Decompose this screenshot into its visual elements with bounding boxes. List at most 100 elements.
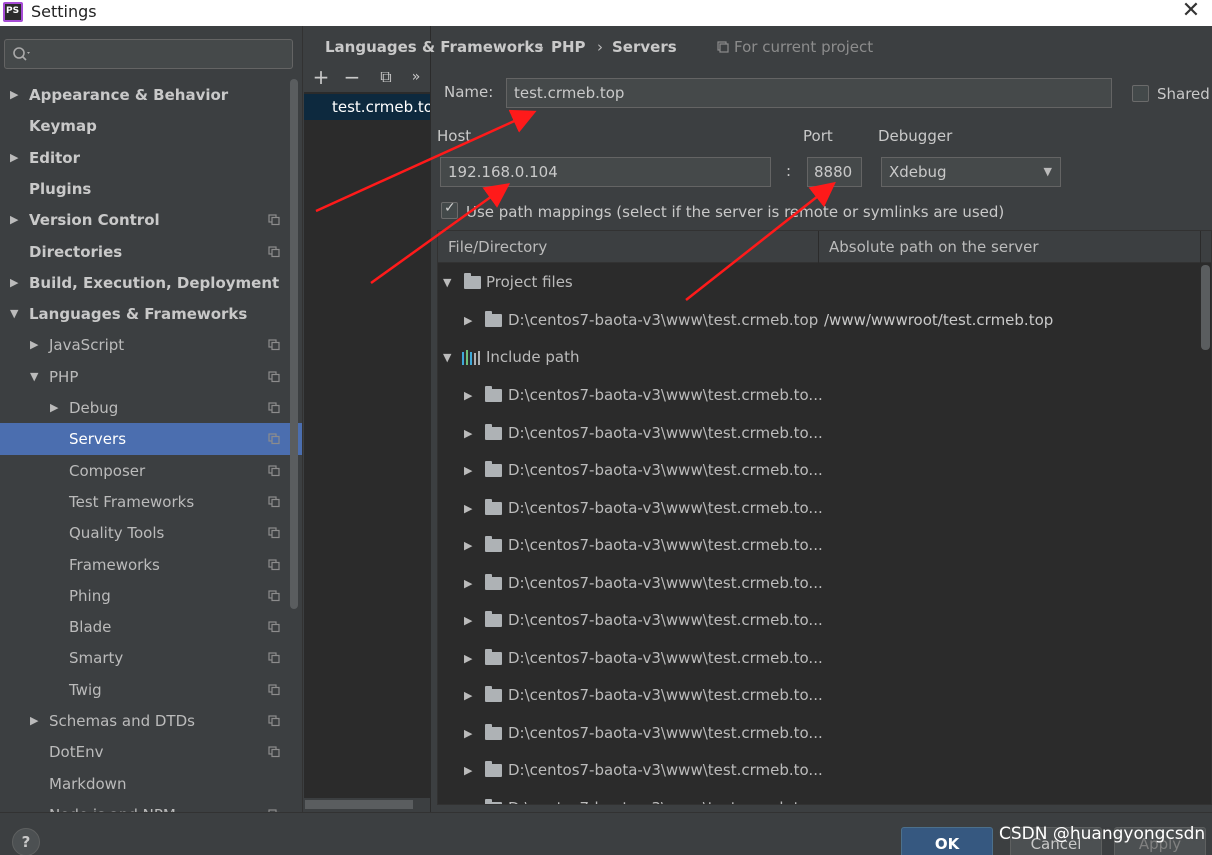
sidebar-item-keymap[interactable]: Keymap — [0, 110, 302, 142]
remove-server-button[interactable]: − — [341, 66, 363, 88]
sidebar-item-schemas-and-dtds[interactable]: ▶ Schemas and DTDs — [0, 705, 302, 737]
sidebar-item-directories[interactable]: Directories — [0, 236, 302, 268]
sidebar-item-quality-tools[interactable]: Quality Tools — [0, 517, 302, 549]
port-field[interactable]: 8880 — [807, 157, 862, 187]
sidebar-scrollbar[interactable] — [290, 79, 298, 609]
include-path-row[interactable]: ▼ Include path — [438, 339, 1198, 376]
sidebar-item-phing[interactable]: Phing — [0, 580, 302, 612]
expand-arrow-icon[interactable]: ▶ — [10, 267, 18, 299]
expand-arrow-icon[interactable]: ▶ — [464, 677, 472, 714]
sidebar-item-test-frameworks[interactable]: Test Frameworks — [0, 486, 302, 518]
copy-server-button[interactable]: ⧉ — [375, 66, 397, 88]
sidebar-item-label: JavaScript — [49, 336, 125, 355]
use-path-mappings-checkbox[interactable] — [441, 200, 458, 219]
expand-arrow-icon[interactable]: ▶ — [464, 640, 472, 677]
help-button[interactable]: ? — [12, 828, 40, 855]
sidebar-item-frameworks[interactable]: Frameworks — [0, 549, 302, 581]
sidebar-item-markdown[interactable]: Markdown — [0, 768, 302, 800]
expand-arrow-icon[interactable]: ▶ — [464, 602, 472, 639]
sidebar-item-smarty[interactable]: Smarty — [0, 642, 302, 674]
ok-button[interactable]: OK — [901, 827, 993, 855]
sidebar-item-version-control[interactable]: ▶ Version Control — [0, 204, 302, 236]
expand-arrow-icon[interactable]: ▶ — [464, 527, 472, 564]
sidebar-item-blade[interactable]: Blade — [0, 611, 302, 643]
sidebar-item-build-execution-deployment[interactable]: ▶ Build, Execution, Deployment — [0, 267, 302, 299]
table-row[interactable]: ▶ D:\centos7-baota-v3\www\test.crmeb.to..… — [438, 790, 1198, 805]
sidebar-item-label: Smarty — [69, 649, 124, 668]
server-list-hscrollbar[interactable] — [305, 800, 413, 809]
more-actions-button[interactable]: » — [409, 66, 423, 88]
project-scope-icon — [268, 245, 280, 257]
table-row[interactable]: ▶ D:\centos7-baota-v3\www\test.crmeb.to..… — [438, 602, 1198, 639]
table-row[interactable]: ▶ D:\centos7-baota-v3\www\test.crmeb.to..… — [438, 640, 1198, 677]
table-row[interactable]: ▶ D:\centos7-baota-v3\www\test.crmeb.top… — [438, 302, 1198, 339]
sidebar-item-dotenv[interactable]: DotEnv — [0, 736, 302, 768]
phpstorm-app-icon: PS — [3, 2, 23, 22]
sidebar-item-twig[interactable]: Twig — [0, 674, 302, 706]
expand-arrow-icon[interactable]: ▶ — [10, 142, 18, 174]
expand-arrow-icon[interactable]: ▶ — [30, 329, 38, 361]
project-scope-icon — [268, 371, 280, 382]
settings-search-input[interactable] — [4, 39, 293, 69]
table-row[interactable]: ▶ D:\centos7-baota-v3\www\test.crmeb.to..… — [438, 752, 1198, 789]
table-row[interactable]: ▶ D:\centos7-baota-v3\www\test.crmeb.to..… — [438, 452, 1198, 489]
folder-icon — [464, 273, 481, 289]
debugger-select[interactable]: Xdebug ▼ — [881, 157, 1061, 187]
table-row[interactable]: ▶ D:\centos7-baota-v3\www\test.crmeb.to..… — [438, 715, 1198, 752]
expand-arrow-icon[interactable]: ▶ — [10, 79, 18, 111]
collapse-arrow-icon[interactable]: ▼ — [30, 361, 38, 393]
expand-arrow-icon[interactable]: ▶ — [464, 452, 472, 489]
breadcrumb-servers: Servers — [612, 38, 677, 56]
local-path: D:\centos7-baota-v3\www\test.crmeb.to... — [508, 790, 823, 805]
expand-arrow-icon[interactable]: ▶ — [464, 790, 472, 805]
sidebar-item-editor[interactable]: ▶ Editor — [0, 142, 302, 174]
sidebar-item-debug[interactable]: ▶ Debug — [0, 392, 302, 424]
sidebar-item-javascript[interactable]: ▶ JavaScript — [0, 329, 302, 361]
collapse-arrow-icon[interactable]: ▼ — [10, 298, 18, 330]
sidebar-item-label: Twig — [69, 680, 102, 699]
server-name-field[interactable]: test.crmeb.top — [506, 78, 1112, 108]
debugger-label: Debugger — [878, 127, 953, 145]
project-files-row[interactable]: ▼ Project files — [438, 264, 1198, 301]
settings-sidebar: ▶ Appearance & Behavior Keymap ▶ Editor Plugi… — [0, 26, 303, 812]
expand-arrow-icon[interactable]: ▶ — [30, 705, 38, 737]
expand-arrow-icon[interactable]: ▶ — [464, 752, 472, 789]
sidebar-item-languages-frameworks[interactable]: ▼ Languages & Frameworks — [0, 298, 302, 330]
sidebar-item-php[interactable]: ▼ PHP — [0, 361, 302, 393]
table-row[interactable]: ▶ D:\centos7-baota-v3\www\test.crmeb.to..… — [438, 565, 1198, 602]
expand-arrow-icon[interactable]: ▶ — [464, 565, 472, 602]
column-header-server-path[interactable]: Absolute path on the server — [819, 231, 1201, 263]
expand-arrow-icon[interactable]: ▶ — [464, 302, 472, 339]
table-row[interactable]: ▶ D:\centos7-baota-v3\www\test.crmeb.to..… — [438, 415, 1198, 452]
server-list-panel: + − ⧉ » test.crmeb.top — [303, 26, 431, 812]
add-server-button[interactable]: + — [310, 66, 332, 88]
expand-arrow-icon[interactable]: ▶ — [464, 715, 472, 752]
sidebar-item-plugins[interactable]: Plugins — [0, 173, 302, 205]
expand-arrow-icon[interactable]: ▶ — [464, 415, 472, 452]
sidebar-item-label: Keymap — [29, 117, 97, 136]
sidebar-item-label: Phing — [69, 586, 111, 605]
sidebar-item-composer[interactable]: Composer — [0, 455, 302, 487]
server-list-item[interactable]: test.crmeb.top — [304, 94, 430, 120]
close-window-button[interactable]: ✕ — [1178, 0, 1204, 24]
sidebar-item-servers[interactable]: Servers — [0, 423, 302, 456]
sidebar-item-appearance-behavior[interactable]: ▶ Appearance & Behavior — [0, 79, 302, 111]
project-scope-icon — [268, 715, 280, 727]
table-row[interactable]: ▶ D:\centos7-baota-v3\www\test.crmeb.to..… — [438, 377, 1198, 414]
table-row[interactable]: ▶ D:\centos7-baota-v3\www\test.crmeb.to..… — [438, 490, 1198, 527]
column-header-file-directory[interactable]: File/Directory — [438, 231, 819, 263]
expand-arrow-icon[interactable]: ▶ — [464, 377, 472, 414]
sidebar-item-node-js-and-npm[interactable]: Node.js and NPM — [0, 799, 302, 812]
table-row[interactable]: ▶ D:\centos7-baota-v3\www\test.crmeb.to..… — [438, 527, 1198, 564]
expand-arrow-icon[interactable]: ▼ — [443, 339, 451, 376]
expand-arrow-icon[interactable]: ▶ — [50, 392, 58, 424]
table-scrollbar[interactable] — [1201, 265, 1210, 350]
shared-checkbox[interactable] — [1132, 85, 1149, 102]
project-scope-icon — [268, 684, 280, 695]
expand-arrow-icon[interactable]: ▶ — [10, 204, 18, 236]
expand-arrow-icon[interactable]: ▶ — [464, 490, 472, 527]
host-field[interactable]: 192.168.0.104 — [440, 157, 771, 187]
expand-arrow-icon[interactable]: ▼ — [443, 264, 451, 301]
server-path[interactable]: /www/wwwroot/test.crmeb.top — [824, 302, 1053, 339]
table-row[interactable]: ▶ D:\centos7-baota-v3\www\test.crmeb.to..… — [438, 677, 1198, 714]
